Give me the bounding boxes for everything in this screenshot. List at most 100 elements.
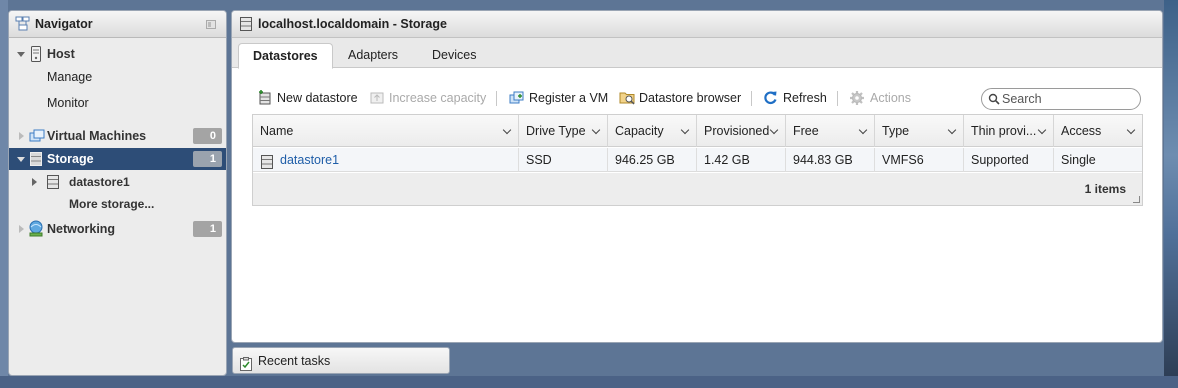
navigator-panel: Navigator Host Manage Monitor Virtual Ma… xyxy=(8,10,227,376)
recent-tasks-label: Recent tasks xyxy=(258,354,331,368)
toolbar-separator xyxy=(496,91,497,106)
actions-label: Actions xyxy=(870,91,911,105)
nav-item-label: More storage... xyxy=(69,197,155,211)
column-header-type[interactable]: Type xyxy=(875,115,964,147)
nav-item-label: Virtual Machines xyxy=(47,129,147,143)
desktop-background-left xyxy=(0,0,8,388)
tab-adapters[interactable]: Adapters xyxy=(334,43,412,68)
nav-item-label: Networking xyxy=(47,222,116,236)
cell-text: datastore1 xyxy=(280,153,340,167)
table-cell: 946.25 GB xyxy=(608,148,697,172)
nav-item-host[interactable]: Host xyxy=(9,43,226,65)
nav-item-label: Host xyxy=(47,47,75,61)
nav-item-datastore1[interactable]: datastore1 xyxy=(9,171,226,193)
table-cell: SSD xyxy=(519,148,608,172)
chevron-down-icon[interactable] xyxy=(947,125,957,135)
table-row[interactable]: datastore1 SSD 946.25 GB 1.42 GB 944.83 … xyxy=(253,148,1142,172)
nav-item-label: Monitor xyxy=(47,96,89,110)
column-header-free[interactable]: Free xyxy=(786,115,875,147)
column-header-label: Name xyxy=(260,124,294,138)
nav-item-manage[interactable]: Manage xyxy=(9,66,226,88)
column-header-label: Drive Type xyxy=(526,124,586,138)
chevron-down-icon[interactable] xyxy=(1126,125,1136,135)
column-header-label: Type xyxy=(882,124,910,138)
nav-item-more-storage[interactable]: More storage... xyxy=(9,193,226,215)
register-vm-icon xyxy=(509,90,525,113)
navigator-header: Navigator xyxy=(9,11,226,38)
recent-tasks-tab[interactable]: Recent tasks xyxy=(232,347,450,374)
column-header-label: Thin provi... xyxy=(971,124,1037,138)
page-title: localhost.localdomain - Storage xyxy=(258,17,447,31)
navigator-icon xyxy=(15,16,31,32)
datastore-browser-label: Datastore browser xyxy=(639,91,742,105)
table-header: Name Drive Type Capacity Provisioned Fre… xyxy=(253,115,1142,147)
search-input[interactable] xyxy=(1002,91,1132,107)
item-count: 1 items xyxy=(1084,182,1126,196)
table-cell: VMFS6 xyxy=(875,148,964,172)
table-footer: 1 items xyxy=(253,173,1142,205)
datastore-icon xyxy=(47,175,59,192)
desktop-background-bottom xyxy=(0,376,1178,388)
expand-arrow-icon[interactable] xyxy=(32,178,37,186)
nav-item-storage[interactable]: Storage 1 xyxy=(9,148,226,170)
column-header-capacity[interactable]: Capacity xyxy=(608,115,697,147)
expand-arrow-icon[interactable] xyxy=(19,132,24,140)
column-header-drive-type[interactable]: Drive Type xyxy=(519,115,608,147)
search-icon xyxy=(988,93,1000,108)
datastore-icon xyxy=(261,153,273,172)
datastore-name-link[interactable]: datastore1 xyxy=(253,148,519,172)
column-header-label: Provisioned xyxy=(704,124,770,138)
increase-capacity-label: Increase capacity xyxy=(389,91,487,105)
column-header-label: Capacity xyxy=(615,124,664,138)
toolbar-separator xyxy=(837,91,838,106)
column-header-thin-provisioning[interactable]: Thin provi... xyxy=(964,115,1054,147)
table-cell: Supported xyxy=(964,148,1054,172)
desktop-background-right xyxy=(1164,0,1178,388)
tab-devices[interactable]: Devices xyxy=(418,43,490,68)
tasks-icon xyxy=(240,354,252,380)
storage-icon xyxy=(240,17,252,31)
datastores-table: Name Drive Type Capacity Provisioned Fre… xyxy=(252,114,1143,206)
new-datastore-icon xyxy=(258,90,273,112)
resize-grip-icon[interactable] xyxy=(1133,196,1140,203)
chevron-down-icon[interactable] xyxy=(858,125,868,135)
nav-item-label: datastore1 xyxy=(69,175,130,189)
gear-icon xyxy=(849,90,865,113)
tab-datastores[interactable]: Datastores xyxy=(238,43,333,69)
nav-item-label: Manage xyxy=(47,70,93,84)
column-header-name[interactable]: Name xyxy=(253,115,519,147)
host-icon xyxy=(30,46,42,65)
storage-panel: localhost.localdomain - Storage Datastor… xyxy=(231,10,1163,343)
toolbar-separator xyxy=(751,91,752,106)
collapse-arrow-icon[interactable] xyxy=(17,157,25,162)
count-badge: 1 xyxy=(193,221,222,237)
count-badge: 0 xyxy=(193,128,222,144)
chevron-down-icon[interactable] xyxy=(591,125,601,135)
increase-capacity-icon xyxy=(370,90,385,112)
nav-item-networking[interactable]: Networking 1 xyxy=(9,218,226,241)
column-header-access[interactable]: Access xyxy=(1054,115,1142,147)
register-vm-label: Register a VM xyxy=(529,91,609,105)
count-badge: 1 xyxy=(193,151,222,167)
expand-arrow-icon[interactable] xyxy=(19,225,24,233)
search-field[interactable] xyxy=(981,88,1141,110)
chevron-down-icon[interactable] xyxy=(769,125,779,135)
nav-item-virtual-machines[interactable]: Virtual Machines 0 xyxy=(9,125,226,147)
collapse-panel-icon[interactable] xyxy=(206,20,216,29)
new-datastore-label: New datastore xyxy=(277,91,358,105)
chevron-down-icon[interactable] xyxy=(502,125,512,135)
chevron-down-icon[interactable] xyxy=(1037,125,1047,135)
nav-item-monitor[interactable]: Monitor xyxy=(9,92,226,114)
navigator-title: Navigator xyxy=(35,17,93,31)
column-header-label: Free xyxy=(793,124,819,138)
table-cell: Single xyxy=(1061,153,1096,167)
refresh-label: Refresh xyxy=(783,91,827,105)
column-header-label: Access xyxy=(1061,124,1102,138)
table-cell: 1.42 GB xyxy=(697,148,786,172)
virtual-machines-icon xyxy=(29,128,45,147)
expand-arrow-icon[interactable] xyxy=(17,52,25,57)
column-header-provisioned[interactable]: Provisioned xyxy=(697,115,786,147)
chevron-down-icon[interactable] xyxy=(680,125,690,135)
networking-icon xyxy=(28,220,44,241)
panel-header: localhost.localdomain - Storage xyxy=(232,11,1162,38)
